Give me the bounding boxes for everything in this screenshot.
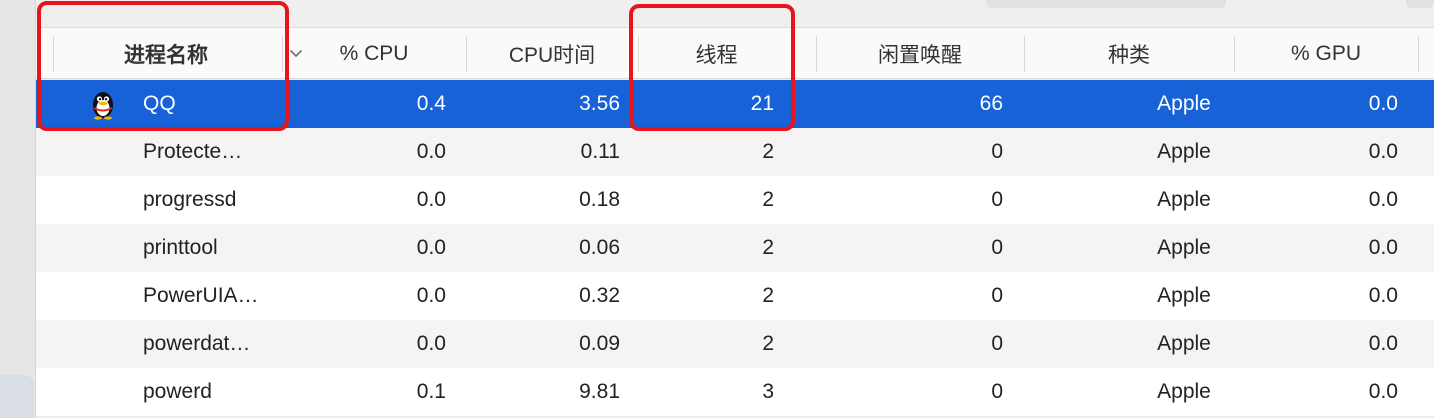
toolbar-strip [36, 0, 1434, 28]
idle-wakeups: 0 [991, 284, 1003, 307]
column-header: 进程名称 % CPU CPU时间 线程 闲置唤醒 种类 % GPU [36, 28, 1434, 79]
table-row[interactable]: progressd 0.0 0.18 2 0 Apple 0.0 [36, 176, 1434, 224]
process-name: printtool [143, 236, 218, 259]
gpu-percent: 0.0 [1368, 140, 1398, 163]
table-row[interactable]: PowerUIA… 0.0 0.32 2 0 Apple 0.0 [36, 272, 1434, 320]
column-header-idle-wakeups[interactable]: 闲置唤醒 [816, 28, 1024, 79]
idle-wakeups: 0 [991, 380, 1003, 403]
threads: 3 [762, 380, 774, 403]
threads: 21 [750, 92, 774, 115]
process-name: powerd [143, 380, 212, 403]
cpu-time: 3.56 [579, 92, 620, 115]
column-header-cpu-time[interactable]: CPU时间 [466, 28, 638, 79]
toolbar-segment[interactable] [986, 0, 1226, 8]
threads: 2 [762, 140, 774, 163]
toolbar-segment[interactable] [1406, 0, 1434, 8]
column-header-kind[interactable]: 种类 [1024, 28, 1234, 79]
table-row[interactable]: printtool 0.0 0.06 2 0 Apple 0.0 [36, 224, 1434, 272]
idle-wakeups: 0 [991, 140, 1003, 163]
table-row[interactable]: powerdat… 0.0 0.09 2 0 Apple 0.0 [36, 320, 1434, 368]
idle-wakeups: 0 [991, 236, 1003, 259]
column-header-cpu[interactable]: % CPU [282, 28, 466, 79]
column-header-gpu[interactable]: % GPU [1234, 28, 1418, 79]
gpu-percent: 0.0 [1368, 332, 1398, 355]
cpu-percent: 0.0 [416, 188, 446, 211]
qq-penguin-icon [93, 92, 113, 120]
cpu-time: 0.09 [579, 332, 620, 355]
gpu-percent: 0.0 [1368, 92, 1398, 115]
threads: 2 [762, 284, 774, 307]
sidebar-edge [0, 0, 36, 418]
gpu-percent: 0.0 [1368, 236, 1398, 259]
cpu-percent: 0.0 [416, 140, 446, 163]
cpu-percent: 0.1 [416, 380, 446, 403]
threads: 2 [762, 236, 774, 259]
process-name: Protecte… [143, 140, 243, 163]
cpu-time: 0.11 [580, 140, 620, 163]
gpu-percent: 0.0 [1368, 188, 1398, 211]
table-row[interactable]: Protecte… 0.0 0.11 2 0 Apple 0.0 [36, 128, 1434, 176]
column-header-process-name[interactable]: 进程名称 [53, 28, 279, 79]
process-name: PowerUIA… [143, 284, 259, 307]
column-divider [1418, 36, 1419, 72]
threads: 2 [762, 332, 774, 355]
idle-wakeups: 66 [979, 92, 1003, 115]
sidebar-edge-highlight [0, 375, 34, 418]
process-table: QQ 0.4 3.56 21 66 Apple 0.0 Protecte… 0.… [36, 80, 1434, 418]
process-name: powerdat… [143, 332, 251, 355]
table-row[interactable]: QQ 0.4 3.56 21 66 Apple 0.0 [36, 80, 1434, 128]
idle-wakeups: 0 [991, 332, 1003, 355]
cpu-time: 0.18 [579, 188, 620, 211]
idle-wakeups: 0 [991, 188, 1003, 211]
cpu-time: 9.81 [579, 380, 620, 403]
cpu-time: 0.32 [579, 284, 620, 307]
column-header-threads[interactable]: 线程 [638, 28, 795, 79]
cpu-percent: 0.0 [416, 284, 446, 307]
table-row[interactable]: powerd 0.1 9.81 3 0 Apple 0.0 [36, 368, 1434, 416]
cpu-percent: 0.0 [416, 236, 446, 259]
cpu-percent: 0.0 [416, 332, 446, 355]
process-name: QQ [143, 92, 176, 115]
gpu-percent: 0.0 [1368, 284, 1398, 307]
cpu-percent: 0.4 [416, 92, 446, 115]
process-name: progressd [143, 188, 237, 211]
gpu-percent: 0.0 [1368, 380, 1398, 403]
cpu-time: 0.06 [579, 236, 620, 259]
threads: 2 [762, 188, 774, 211]
